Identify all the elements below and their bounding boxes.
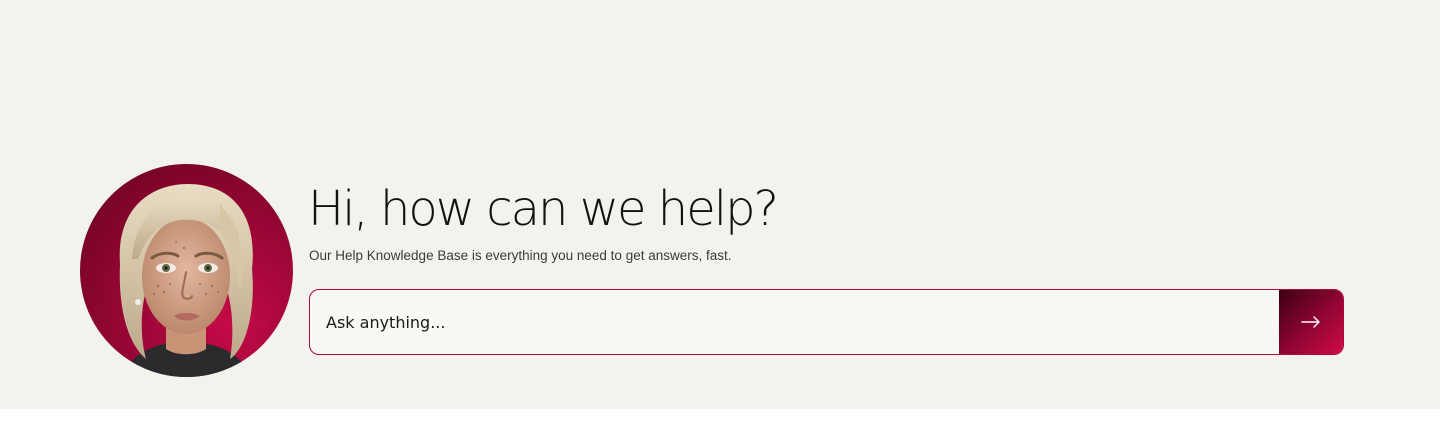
search-submit-button[interactable] (1279, 290, 1343, 354)
search-input[interactable] (310, 290, 1278, 354)
hero-section: Hi, how can we help? Our Help Knowledge … (0, 0, 1440, 409)
support-agent-avatar (80, 164, 293, 377)
page-subtitle: Our Help Knowledge Base is everything yo… (309, 248, 732, 263)
page-title: Hi, how can we help? (308, 181, 779, 237)
arrow-right-icon (1301, 316, 1321, 328)
search-bar (309, 289, 1344, 355)
